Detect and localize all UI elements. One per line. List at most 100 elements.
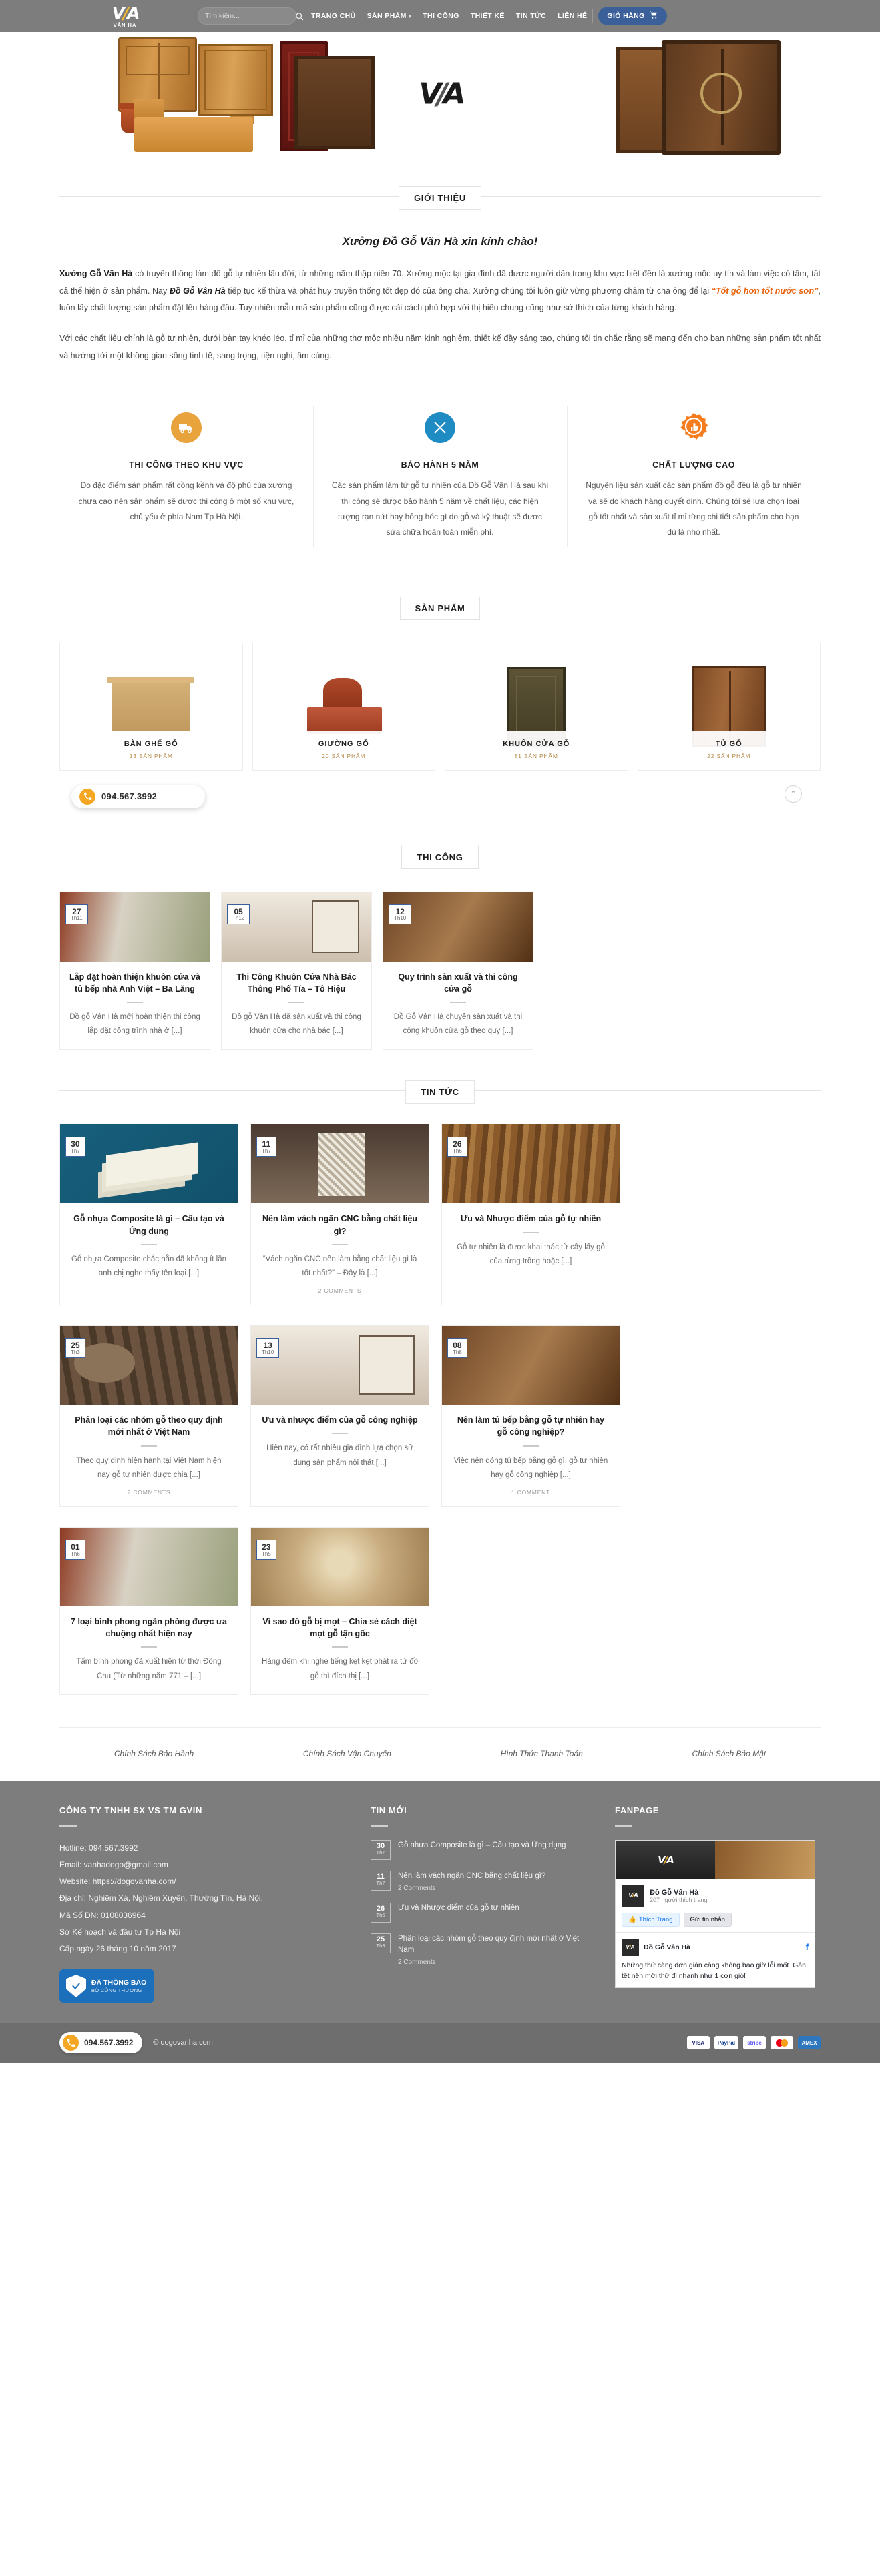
- main-navigation: TRANG CHỦ SẢN PHẨM ▾ THI CÔNG THIẾT KẾ TI…: [311, 12, 587, 20]
- bo-cong-thuong-badge[interactable]: ĐÃ THÔNG BÁO BỘ CÔNG THƯƠNG: [59, 1969, 154, 2003]
- shield-check-icon: [66, 1975, 86, 1998]
- site-footer: CÔNG TY TNHH SX VS TM GVIN Hotline: 094.…: [0, 1781, 880, 2023]
- card-body: Lắp đặt hoàn thiện khuôn cửa và tủ bếp n…: [60, 962, 210, 1050]
- news-row-3: 01 Th6 7 loại bình phong ngăn phòng được…: [59, 1527, 821, 1695]
- nav-item-thi-cong[interactable]: THI CÔNG: [423, 12, 459, 20]
- card-date-badge: 23 Th5: [256, 1540, 276, 1560]
- nav-item-lien-he[interactable]: LIÊN HỆ: [558, 12, 587, 20]
- product-caption: BÀN GHẾ GỖ 13 SẢN PHẨM: [60, 730, 242, 770]
- logo-mark: V/A: [112, 3, 140, 23]
- search-input[interactable]: [205, 12, 295, 20]
- fb-like-button[interactable]: 👍 Thích Trang: [622, 1912, 680, 1927]
- footer-news-item[interactable]: 30 Th7 Gỗ nhựa Composite là gì – Cấu tạo…: [371, 1839, 591, 1860]
- nav-item-thiet-ke[interactable]: THIẾT KẾ: [471, 12, 505, 20]
- footer-tax-id: Mã Số DN: 0108036964: [59, 1910, 146, 1920]
- intro-brand-2: Đồ Gỗ Vân Hà: [169, 286, 226, 296]
- badge-line-1: ĐÃ THÔNG BÁO: [91, 1978, 147, 1987]
- footer-email: Email: vanhadogo@gmail.com: [59, 1860, 168, 1869]
- footer-news-title: Ưu và Nhược điểm của gỗ tự nhiên: [398, 1903, 519, 1912]
- card-title: Nên làm tủ bếp bằng gỗ tự nhiên hay gỗ c…: [457, 1415, 605, 1437]
- card-divider: [523, 1231, 539, 1233]
- policy-link-van-chuyen[interactable]: Chính Sách Vận Chuyển: [303, 1749, 391, 1758]
- site-header: V/A VÂN HÀ TRANG CHỦ SẢN PHẨM▾ THI CÔNG …: [0, 0, 880, 32]
- news-card[interactable]: 26 Th6 Ưu và Nhược điểm của gỗ tự nhiên …: [441, 1124, 620, 1306]
- card-excerpt: Đồ Gỗ Vân Hà chuyên sản xuất và thi công…: [393, 1012, 523, 1036]
- intro-brand-1: Xưởng Gỗ Vân Hà: [59, 269, 133, 278]
- intro-quote: “Tốt gỗ hơn tốt nước sơn”: [711, 286, 819, 296]
- card-body: Ưu và Nhược điểm của gỗ tự nhiên Gỗ tự n…: [442, 1203, 620, 1305]
- card-divider: [141, 1445, 157, 1447]
- site-logo[interactable]: V/A VÂN HÀ: [99, 3, 151, 29]
- hero-bed-image: [134, 117, 253, 152]
- card-body: 7 loại bình phong ngăn phòng được ưa chu…: [60, 1606, 238, 1694]
- card-excerpt: Hiện nay, có rất nhiều gia đình lựa chọn…: [266, 1444, 413, 1467]
- news-card[interactable]: 30 Th7 Gỗ nhựa Composite là gì – Cấu tạo…: [59, 1124, 238, 1306]
- construction-card[interactable]: 05 Th12 Thi Công Khuôn Cửa Nhà Bác Thông…: [221, 891, 372, 1050]
- footer-divider: [371, 1824, 388, 1827]
- cart-button[interactable]: GIỎ HÀNG: [598, 7, 667, 25]
- footer-news-month: Th7: [376, 1880, 385, 1887]
- product-count: 81 SẢN PHẨM: [514, 752, 558, 759]
- news-card[interactable]: 08 Th8 Nên làm tủ bếp bằng gỗ tự nhiên h…: [441, 1325, 620, 1508]
- construction-card[interactable]: 12 Th10 Quy trình sản xuất và thi công c…: [383, 891, 533, 1050]
- copyright-text: © dogovanha.com: [153, 2039, 213, 2047]
- section-title-text: SẢN PHẨM: [399, 596, 481, 620]
- footer-website: Website: https://dogovanha.com/: [59, 1877, 176, 1887]
- product-category-tu-go[interactable]: TỦ GỖ 22 SẢN PHẨM: [637, 642, 821, 771]
- footer-news-item[interactable]: 26 Th6 Ưu và Nhược điểm của gỗ tự nhiên: [371, 1902, 591, 1923]
- hero-brown-door-image: [294, 56, 375, 149]
- card-excerpt: Theo quy định hiện hành tại Việt Nam hiệ…: [76, 1456, 222, 1479]
- card-divider: [332, 1243, 348, 1245]
- footer-news-item[interactable]: 25 Th3 Phân loại các nhóm gỗ theo quy đị…: [371, 1933, 591, 1967]
- intro-section: Xưởng Đồ Gỗ Văn Hà xin kính chào! Xưởng …: [59, 210, 821, 382]
- card-title: Nên làm vách ngăn CNC bằng chất liệu gì?: [262, 1214, 417, 1236]
- news-card[interactable]: 25 Th3 Phân loại các nhóm gỗ theo quy đị…: [59, 1325, 238, 1508]
- policy-link-bao-hanh[interactable]: Chính Sách Bảo Hành: [114, 1749, 194, 1758]
- product-count: 13 SẢN PHẨM: [129, 752, 173, 759]
- card-title: Lắp đặt hoàn thiện khuôn cửa và tủ bếp n…: [69, 972, 200, 994]
- card-date-badge: 26 Th6: [447, 1137, 467, 1157]
- fb-message-button[interactable]: Gửi tin nhắn: [683, 1912, 732, 1927]
- construction-card[interactable]: 27 Th11 Lắp đặt hoàn thiện khuôn cửa và …: [59, 891, 210, 1050]
- news-card[interactable]: 01 Th6 7 loại bình phong ngăn phòng được…: [59, 1527, 238, 1695]
- fb-page-likes: 207 người thích trang: [650, 1896, 708, 1903]
- policy-link-bao-mat[interactable]: Chính Sách Bảo Mật: [692, 1749, 766, 1758]
- nav-item-san-pham[interactable]: SẢN PHẨM ▾: [367, 12, 412, 20]
- product-caption: KHUÔN CỬA GỖ 81 SẢN PHẨM: [445, 730, 628, 770]
- section-title-text: THI CÔNG: [401, 845, 479, 869]
- search-box[interactable]: [198, 7, 304, 25]
- payment-visa-icon: VISA: [686, 2036, 710, 2050]
- search-icon[interactable]: [295, 12, 304, 21]
- product-category-ban-ghe-go[interactable]: BÀN GHẾ GỖ 13 SẢN PHẨM: [59, 642, 243, 771]
- nav-item-tin-tuc[interactable]: TIN TỨC: [516, 12, 546, 20]
- footer-news-item[interactable]: 11 Th7 Nên làm vách ngăn CNC bằng chất l…: [371, 1870, 591, 1892]
- card-month: Th3: [71, 1349, 80, 1355]
- fb-post: V / A Đồ Gỗ Vân Hà f Những thứ càng đơn gi…: [616, 1931, 815, 1988]
- card-month: Th6: [71, 1550, 80, 1557]
- bottom-hotline[interactable]: 094.567.3992: [59, 2032, 143, 2054]
- nav-item-trang-chu[interactable]: TRANG CHỦ: [311, 12, 356, 20]
- card-month: Th11: [71, 915, 83, 922]
- card-comment-count: 1 COMMENT: [511, 1489, 551, 1496]
- policy-link-thanh-toan[interactable]: Hình Thức Thanh Toán: [501, 1749, 583, 1758]
- news-card[interactable]: 23 Th5 Vì sao đồ gỗ bị mọt – Chia sẻ các…: [250, 1527, 429, 1695]
- policy-links: Chính Sách Bảo Hành Chính Sách Vận Chuyể…: [59, 1726, 821, 1781]
- scroll-to-top-button[interactable]: ⌃: [785, 785, 802, 803]
- footer-recent-title: TIN MỚI: [371, 1805, 407, 1815]
- card-thumbnail: 12 Th10: [383, 892, 533, 962]
- fb-post-avatar: V / A: [622, 1938, 639, 1956]
- floating-hotline[interactable]: 094.567.3992: [71, 785, 205, 808]
- card-month: Th10: [394, 915, 407, 922]
- news-card[interactable]: 13 Th10 Ưu và nhược điểm của gỗ công ngh…: [250, 1325, 429, 1508]
- news-row-2: 25 Th3 Phân loại các nhóm gỗ theo quy đị…: [59, 1325, 821, 1508]
- product-category-giuong-go[interactable]: GIƯỜNG GỖ 20 SẢN PHẨM: [252, 642, 435, 771]
- footer-company-column: CÔNG TY TNHH SX VS TM GVIN Hotline: 094.…: [59, 1805, 347, 2003]
- card-date-badge: 25 Th3: [65, 1338, 85, 1359]
- hotline-number: 094.567.3992: [101, 791, 158, 802]
- footer-news-title: Nên làm vách ngăn CNC bằng chất liệu gì?: [398, 1871, 546, 1880]
- footer-divider: [615, 1824, 632, 1827]
- footer-news-comments: 2 Comments: [398, 1959, 436, 1967]
- news-card[interactable]: 11 Th7 Nên làm vách ngăn CNC bằng chất l…: [250, 1124, 429, 1306]
- product-category-khuon-cua-go[interactable]: KHUÔN CỬA GỖ 81 SẢN PHẨM: [445, 642, 628, 771]
- header-divider: [592, 9, 594, 23]
